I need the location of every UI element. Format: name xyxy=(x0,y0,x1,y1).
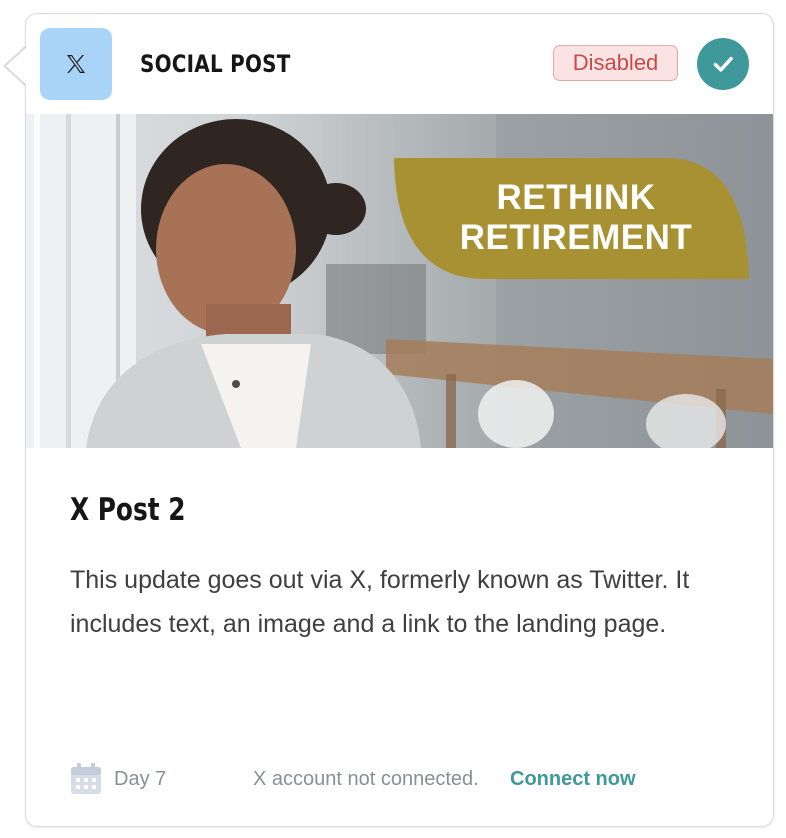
banner-line-1: RETHINK xyxy=(496,178,656,217)
status-badge: Disabled xyxy=(553,45,678,81)
x-logo-icon xyxy=(40,28,112,100)
card-header: SOCIAL POST Disabled xyxy=(26,14,773,114)
post-title: X Post 2 xyxy=(70,492,186,528)
banner-shape xyxy=(394,158,749,279)
check-icon[interactable] xyxy=(697,38,749,90)
post-description: This update goes out via X, formerly kno… xyxy=(70,566,690,638)
checkmark-glyph xyxy=(713,56,733,72)
connect-now-link[interactable]: Connect now xyxy=(510,768,636,791)
social-post-card[interactable]: SOCIAL POST Disabled RETHINK RETIREMENT … xyxy=(25,13,774,827)
connection-status: X account not connected. xyxy=(253,768,479,790)
card-type-label: SOCIAL POST xyxy=(140,50,291,78)
card-pointer xyxy=(6,47,27,85)
calendar-icon xyxy=(71,763,101,794)
schedule-day: Day 7 xyxy=(114,768,167,790)
x-logo-glyph xyxy=(67,55,85,73)
post-image: RETHINK RETIREMENT xyxy=(26,114,773,448)
banner-text: RETHINK RETIREMENT xyxy=(426,178,726,258)
banner-line-2: RETIREMENT xyxy=(459,218,693,257)
card-footer: Day 7 X account not connected. Connect n… xyxy=(26,760,773,798)
